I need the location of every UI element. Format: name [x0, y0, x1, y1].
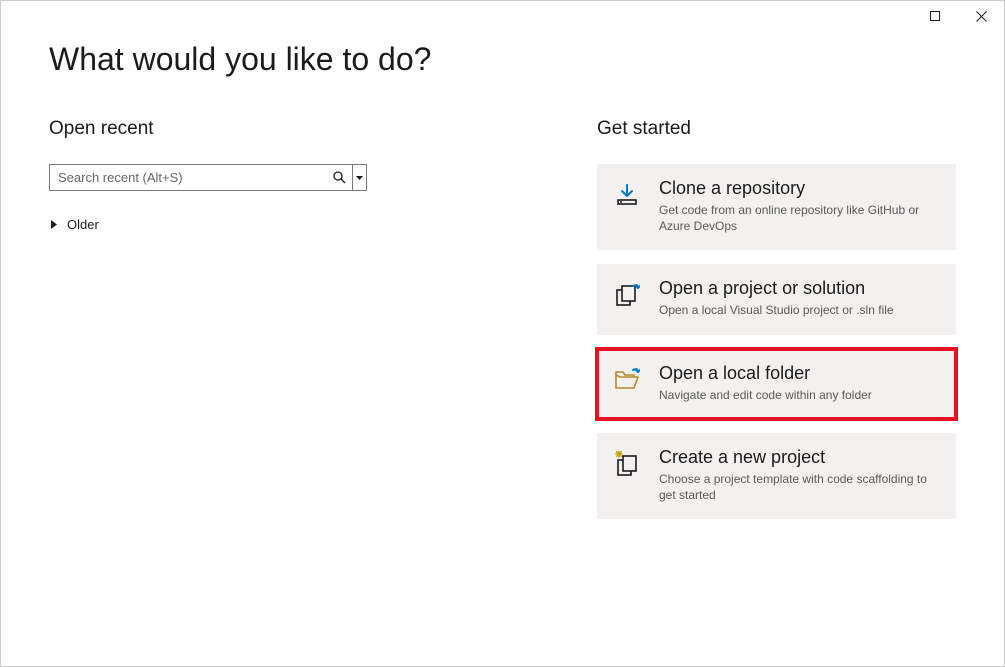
open-project-card[interactable]: Open a project or solution Open a local …: [597, 264, 956, 334]
card-title: Open a project or solution: [659, 278, 940, 299]
search-recent-container: [49, 164, 367, 191]
card-desc: Get code from an online repository like …: [659, 202, 940, 234]
card-title: Clone a repository: [659, 178, 940, 199]
folder-icon: [613, 363, 641, 403]
search-button[interactable]: [326, 165, 352, 190]
new-project-icon: [613, 447, 641, 503]
card-desc: Open a local Visual Studio project or .s…: [659, 302, 940, 318]
open-local-folder-card[interactable]: Open a local folder Navigate and edit co…: [597, 349, 956, 419]
create-new-project-card[interactable]: Create a new project Choose a project te…: [597, 433, 956, 519]
card-title: Create a new project: [659, 447, 940, 468]
card-desc: Navigate and edit code within any folder: [659, 387, 940, 403]
search-dropdown-button[interactable]: [352, 165, 366, 190]
maximize-button[interactable]: [912, 1, 958, 31]
close-button[interactable]: [958, 1, 1004, 31]
older-label: Older: [67, 217, 99, 232]
maximize-icon: [930, 11, 940, 21]
page-title: What would you like to do?: [1, 1, 1004, 78]
chevron-down-icon: [356, 176, 363, 180]
clone-icon: [613, 178, 641, 234]
search-recent-input[interactable]: [50, 165, 326, 190]
older-group-toggle[interactable]: Older: [51, 217, 469, 232]
project-icon: [613, 278, 641, 318]
search-icon: [333, 171, 346, 184]
get-started-heading: Get started: [597, 118, 956, 140]
clone-repository-card[interactable]: Clone a repository Get code from an onli…: [597, 164, 956, 250]
card-title: Open a local folder: [659, 363, 940, 384]
card-desc: Choose a project template with code scaf…: [659, 471, 940, 503]
close-icon: [976, 11, 987, 22]
open-recent-heading: Open recent: [49, 118, 469, 140]
chevron-right-icon: [51, 220, 57, 229]
